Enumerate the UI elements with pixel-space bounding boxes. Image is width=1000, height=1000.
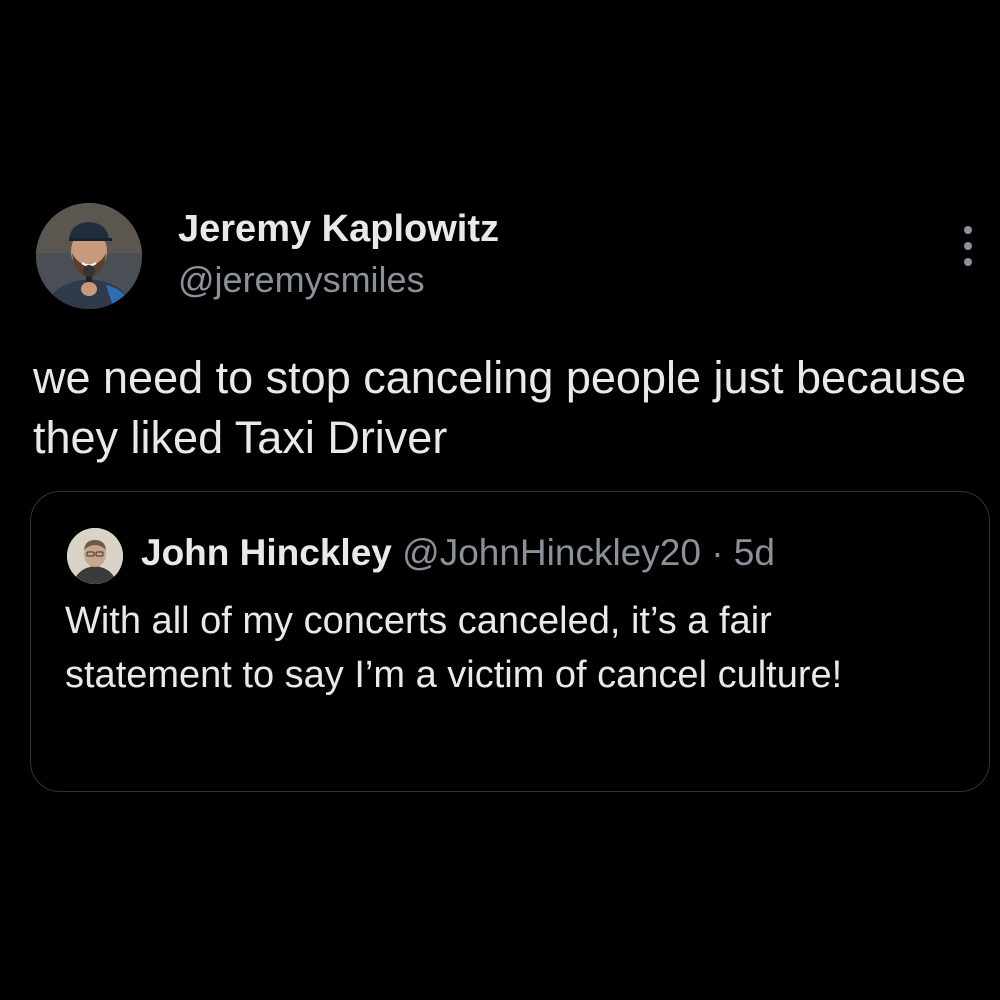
tweet: Jeremy Kaplowitz @jeremysmiles we need t… (0, 0, 1000, 1000)
avatar-jeremy-icon (36, 203, 142, 309)
quoted-tweet-header: John Hinckley @JohnHinckley20 · 5d (141, 530, 775, 576)
more-dot (964, 226, 972, 234)
author-name[interactable]: Jeremy Kaplowitz (178, 205, 499, 253)
tweet-text: we need to stop canceling people just be… (33, 352, 967, 463)
quoted-author-avatar[interactable] (67, 528, 123, 584)
quoted-tweet-time[interactable]: 5d (734, 532, 775, 573)
avatar-john-icon (67, 528, 123, 584)
more-vertical-icon[interactable] (952, 226, 984, 266)
quoted-author-name[interactable]: John Hinckley (141, 532, 392, 573)
separator-dot: · (711, 532, 724, 573)
author-handle[interactable]: @jeremysmiles (178, 257, 425, 303)
quoted-tweet-text: With all of my concerts canceled, it’s a… (65, 600, 843, 696)
quoted-tweet-card[interactable]: John Hinckley @JohnHinckley20 · 5d With … (30, 491, 990, 792)
quoted-author-handle[interactable]: @JohnHinckley20 (402, 532, 701, 573)
author-avatar[interactable] (36, 203, 142, 309)
more-dot (964, 242, 972, 250)
more-dot (964, 258, 972, 266)
